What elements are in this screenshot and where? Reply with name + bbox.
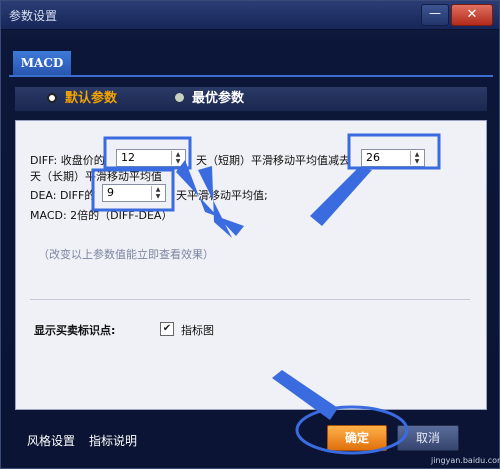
window-title: 参数设置 <box>9 9 58 23</box>
signal-label: 显示买卖标识点: <box>34 324 116 337</box>
ok-button[interactable]: 确定 <box>327 425 387 451</box>
divider <box>30 299 470 300</box>
macd-formula: MACD: 2倍的（DIFF-DEA） <box>30 209 173 222</box>
spinner-arrows-icon[interactable]: ▲ ▼ <box>171 151 184 165</box>
diff-short-value: 12 <box>121 151 135 164</box>
parameter-panel: DIFF: 收盘价的 12 ▲ ▼ 天（短期）平滑移动平均值减去 26 ▲ ▼ 天（… <box>15 120 487 410</box>
parameter-settings-window: 参数设置 — ✕ MACD 默认参数 最优参数 DIFF: 收盘价的 12 ▲ ▼… <box>0 0 500 469</box>
close-button[interactable]: ✕ <box>451 4 493 26</box>
diff-short-spinner[interactable]: 12 ▲ ▼ <box>116 149 186 167</box>
dea-spinner[interactable]: 9 ▲ ▼ <box>102 184 166 202</box>
diff-mid-text: 天（短期）平滑移动平均值减去 <box>196 154 350 167</box>
diff-long-value: 26 <box>366 151 380 164</box>
radio-label: 最优参数 <box>192 91 245 106</box>
diff-long-spinner[interactable]: 26 ▲ ▼ <box>361 149 425 167</box>
indicator-chart-checkbox[interactable]: ✔ <box>160 322 174 336</box>
radio-label: 默认参数 <box>65 91 118 106</box>
spinner-arrows-icon[interactable]: ▲ ▼ <box>151 186 164 200</box>
watermark: jingyan.baidu.com <box>431 456 500 465</box>
indicator-explain-link[interactable]: 指标说明 <box>89 432 137 449</box>
radio-unselected-icon <box>175 93 184 102</box>
spinner-arrows-icon[interactable]: ▲ ▼ <box>410 151 423 165</box>
diff-prefix: DIFF: 收盘价的 <box>30 154 105 167</box>
radio-default-params[interactable]: 默认参数 <box>47 87 117 111</box>
tab-macd[interactable]: MACD <box>13 51 71 75</box>
title-bar: 参数设置 — ✕ <box>1 1 499 30</box>
cancel-button[interactable]: 取消 <box>397 425 459 451</box>
dea-suffix: 天平滑移动平均值; <box>176 189 268 202</box>
radio-optimal-params[interactable]: 最优参数 <box>175 87 244 111</box>
radio-selected-icon <box>47 92 57 103</box>
diff-suffix: 天（长期）平滑移动平均值 <box>30 170 162 183</box>
hint-text: （改变以上参数值能立即查看效果） <box>38 248 214 261</box>
minimize-button[interactable]: — <box>421 4 449 26</box>
mode-selector: 默认参数 最优参数 <box>15 87 487 111</box>
indicator-chart-label: 指标图 <box>181 324 214 337</box>
dea-value: 9 <box>107 186 114 199</box>
tab-bar: MACD <box>9 51 493 77</box>
style-settings-link[interactable]: 风格设置 <box>27 432 75 449</box>
dea-prefix: DEA: DIFF的 <box>30 189 96 202</box>
